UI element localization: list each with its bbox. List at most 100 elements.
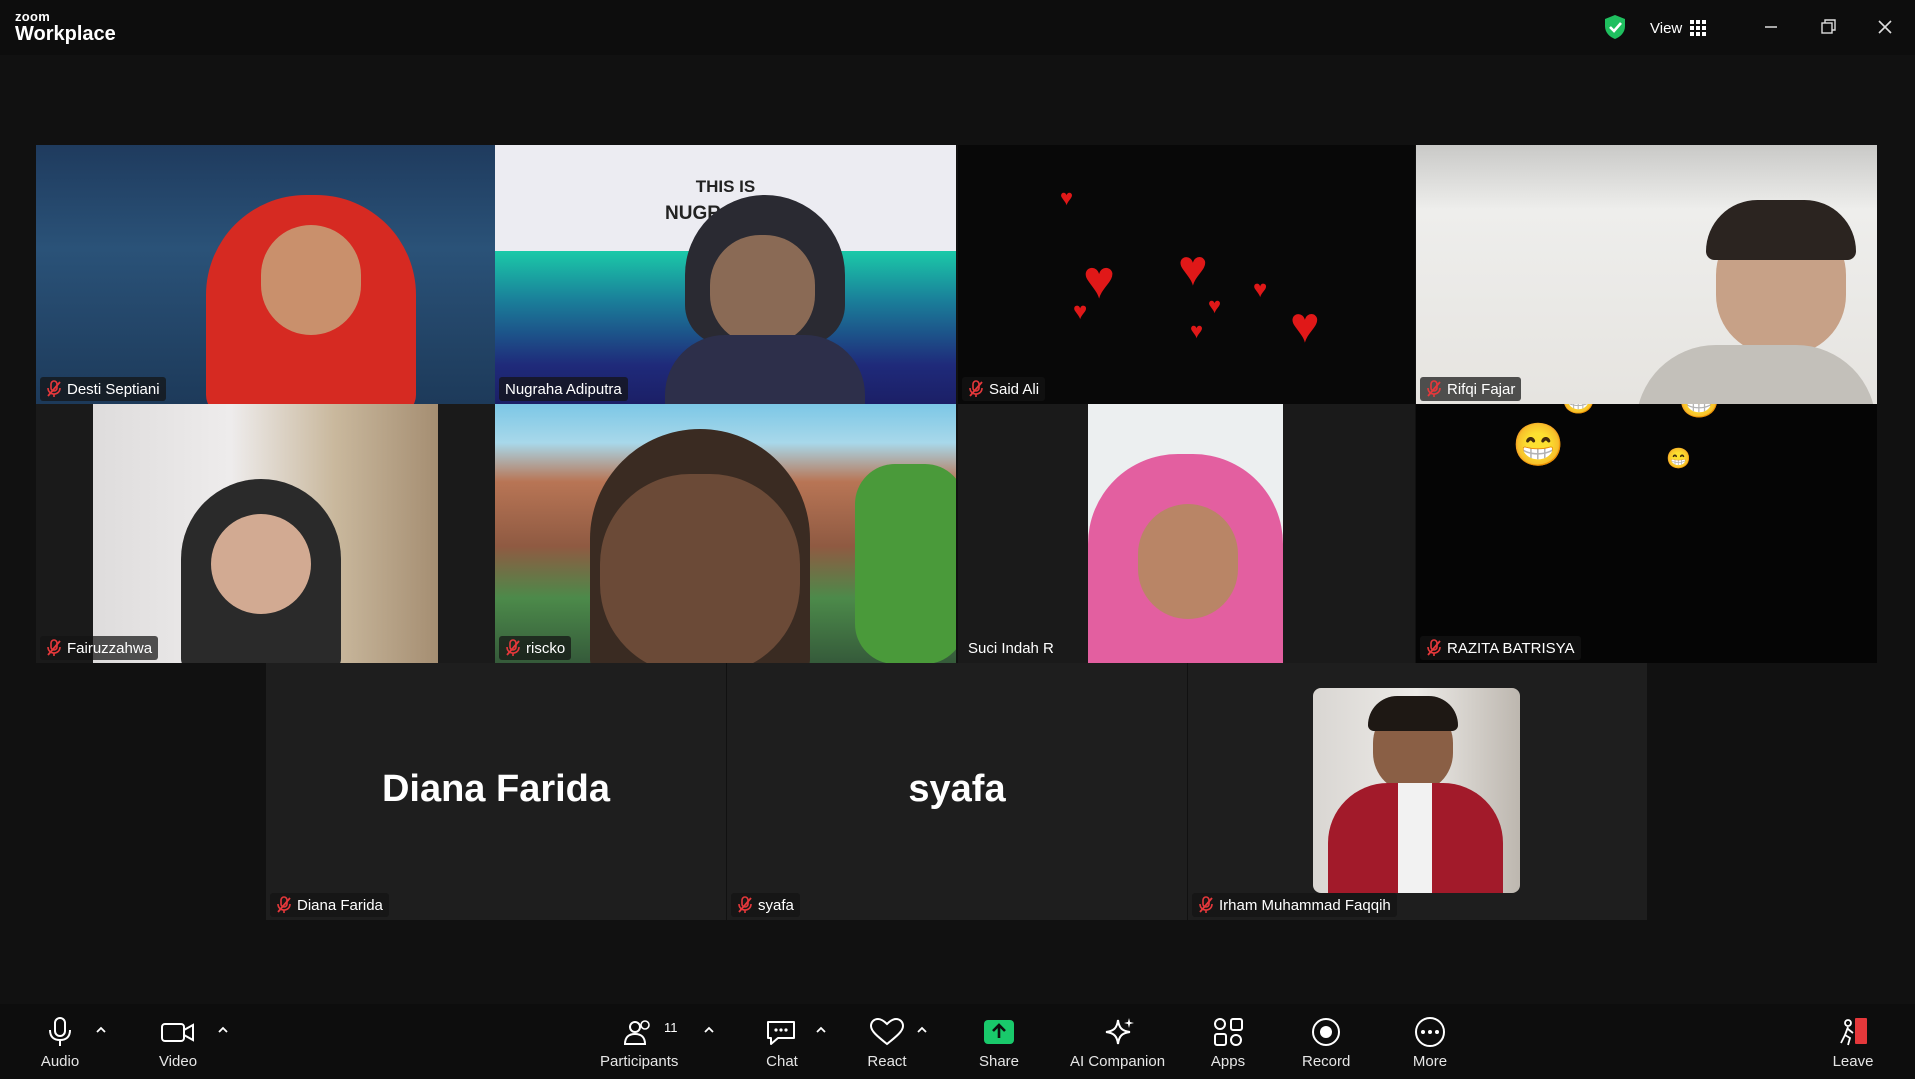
chevron-up-icon[interactable] (813, 1024, 829, 1036)
leave-label: Leave (1832, 1053, 1874, 1070)
share-screen-icon (984, 1020, 1014, 1044)
grinning-reaction-icon: 😁 (1561, 404, 1596, 414)
record-icon (1312, 1018, 1341, 1046)
heart-reaction-icon: ♥ (1190, 318, 1204, 343)
title-bar: zoom Workplace View (0, 0, 1915, 55)
participant-name: Rifqi Fajar (1447, 380, 1516, 398)
audio-label: Audio (40, 1053, 80, 1070)
heart-reaction-icon: ♥ (1073, 298, 1088, 325)
react-button[interactable]: React (865, 1016, 909, 1070)
muted-mic-icon (1427, 639, 1441, 656)
video-tile-syafa[interactable]: syafa syafa (727, 663, 1187, 920)
video-tile-irham[interactable]: Irham Muhammad Faqqih (1188, 663, 1647, 920)
close-icon[interactable] (1870, 12, 1900, 42)
microphone-icon (49, 1017, 71, 1046)
muted-mic-icon (738, 896, 752, 913)
participant-name: Nugraha Adiputra (505, 380, 622, 398)
name-tag: Diana Farida (270, 893, 389, 917)
meeting-toolbar: Audio Video Participants 11 Chat React S… (0, 1004, 1915, 1079)
chat-button[interactable]: Chat (760, 1016, 804, 1070)
chevron-up-icon[interactable] (215, 1024, 231, 1036)
participants-label: Participants (600, 1053, 679, 1070)
brand-small: zoom (15, 9, 51, 24)
participant-name: Diana Farida (297, 896, 383, 914)
video-tile-said-ali[interactable]: ♥ ♥ ♥ ♥ ♥ ♥ ♥ ♥ Said Ali (958, 145, 1415, 404)
muted-mic-icon (506, 639, 520, 656)
minimize-icon[interactable] (1756, 12, 1786, 42)
video-tile-desti[interactable]: Desti Septiani (36, 145, 495, 404)
name-tag: Suci Indah R (962, 636, 1060, 660)
apps-label: Apps (1210, 1053, 1246, 1070)
name-tag: Desti Septiani (40, 377, 166, 401)
heart-icon (869, 1017, 905, 1046)
video-button[interactable]: Video (156, 1016, 200, 1070)
apps-icon (1214, 1018, 1243, 1046)
participant-name-large: Diana Farida (381, 768, 611, 810)
app-logo: zoom Workplace (15, 10, 116, 44)
participant-name: Suci Indah R (968, 639, 1054, 657)
ai-companion-button[interactable]: AI Companion (1070, 1016, 1165, 1070)
name-tag: Fairuzzahwa (40, 636, 159, 660)
grinning-reaction-icon: 😁 (1678, 404, 1720, 418)
muted-mic-icon (1427, 380, 1441, 397)
chevron-up-icon[interactable] (93, 1024, 109, 1036)
muted-mic-icon (969, 380, 983, 397)
react-label: React (867, 1053, 907, 1070)
video-tile-suci[interactable]: Suci Indah R (958, 404, 1415, 663)
name-tag: Rifqi Fajar (1420, 377, 1522, 401)
video-tile-riscko[interactable]: riscko (495, 404, 956, 663)
chat-label: Chat (766, 1053, 798, 1070)
participant-name: riscko (526, 639, 566, 657)
participant-name: Irham Muhammad Faqqih (1219, 896, 1391, 914)
view-label: View (1650, 19, 1683, 37)
video-tile-razita[interactable]: 😁 😁 😁 😁 RAZITA BATRISYA (1416, 404, 1877, 663)
muted-mic-icon (47, 380, 61, 397)
leave-button[interactable]: Leave (1831, 1016, 1875, 1070)
heart-reaction-icon: ♥ (1253, 276, 1268, 303)
name-tag: Irham Muhammad Faqqih (1192, 893, 1397, 917)
video-tile-diana[interactable]: Diana Farida Diana Farida (266, 663, 726, 920)
brand-large: Workplace (15, 23, 116, 45)
heart-reaction-icon: ♥ (1178, 240, 1208, 296)
restore-icon[interactable] (1813, 12, 1843, 42)
muted-mic-icon (1199, 896, 1213, 913)
more-icon (1415, 1017, 1445, 1047)
participant-name: Said Ali (989, 380, 1040, 398)
grid-view-icon (1690, 20, 1707, 36)
chat-icon (767, 1021, 795, 1045)
audio-button[interactable]: Audio (38, 1016, 82, 1070)
sparkle-icon (1105, 1018, 1134, 1045)
apps-button[interactable]: Apps (1206, 1016, 1250, 1070)
ai-companion-label: AI Companion (1070, 1053, 1166, 1070)
participant-name: RAZITA BATRISYA (1447, 639, 1575, 657)
name-tag: RAZITA BATRISYA (1420, 636, 1581, 660)
share-button[interactable]: Share (977, 1016, 1021, 1070)
name-tag: Nugraha Adiputra (499, 377, 628, 401)
video-tile-nugraha[interactable]: THIS IS NUGRA Nugraha Adiputra (495, 145, 956, 404)
participant-name: Fairuzzahwa (67, 639, 153, 657)
more-button[interactable]: More (1408, 1016, 1452, 1070)
participant-name: Desti Septiani (67, 380, 160, 398)
profile-photo (1313, 688, 1520, 893)
chevron-up-icon[interactable] (701, 1024, 717, 1036)
grinning-reaction-icon: 😁 (1666, 448, 1691, 470)
leave-door-icon (1840, 1018, 1867, 1046)
chevron-up-icon[interactable] (914, 1024, 930, 1036)
heart-reaction-icon: ♥ (1060, 185, 1074, 210)
name-tag: Said Ali (962, 377, 1046, 401)
participants-icon (624, 1020, 650, 1045)
heart-reaction-icon: ♥ (1290, 297, 1320, 353)
security-shield-icon[interactable] (1603, 14, 1627, 40)
heart-reaction-icon: ♥ (1208, 293, 1222, 318)
video-tile-rifqi[interactable]: Rifqi Fajar (1416, 145, 1877, 404)
participants-count: 11 (664, 1020, 678, 1035)
video-label: Video (158, 1053, 198, 1070)
name-tag: riscko (499, 636, 572, 660)
record-button[interactable]: Record (1302, 1016, 1350, 1070)
heart-reaction-icon: ♥ (1083, 250, 1116, 310)
view-button[interactable]: View (1650, 16, 1707, 40)
share-label: Share (978, 1053, 1020, 1070)
grinning-reaction-icon: 😁 (1512, 421, 1565, 468)
record-label: Record (1302, 1053, 1351, 1070)
video-tile-fairuzzahwa[interactable]: Fairuzzahwa (36, 404, 495, 663)
